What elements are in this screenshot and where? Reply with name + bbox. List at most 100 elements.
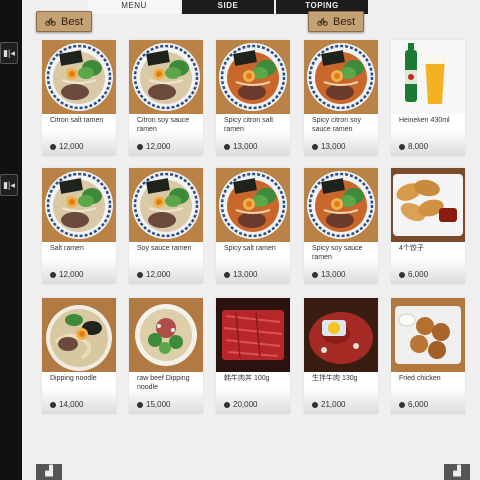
page-next-icon: ▟ — [453, 466, 461, 477]
menu-item-name: Spicy soy sauce ramen — [312, 245, 363, 261]
menu-item-price-value: 14,000 — [59, 400, 84, 409]
menu-item-price-value: 21,000 — [321, 400, 346, 409]
menu-item-name: Dipping noodle — [50, 375, 97, 382]
coin-icon — [399, 401, 405, 408]
menu-item-image — [304, 168, 378, 242]
menu-item-price: 21,000 — [312, 400, 345, 409]
menu-item-price: 14,000 — [50, 400, 83, 409]
menu-item-image — [129, 40, 203, 114]
menu-item-price-value: 6,000 — [408, 270, 429, 279]
menu-item-card[interactable]: Spicy soy sauce ramen 13,000 — [304, 168, 378, 284]
menu-item-name: Citron soy sauce ramen — [137, 117, 190, 133]
menu-item-price-value: 12,000 — [146, 142, 171, 151]
coin-icon — [224, 271, 230, 278]
menu-item-image — [42, 168, 116, 242]
menu-item-price-value: 20,000 — [233, 400, 258, 409]
bicycle-icon — [45, 16, 56, 27]
side-handle-top[interactable]: ▮|◂ — [0, 42, 18, 64]
menu-item-price: 15,000 — [137, 400, 170, 409]
coin-icon — [50, 401, 56, 408]
page-next-button[interactable]: ▟ — [444, 464, 470, 480]
coin-icon — [312, 401, 318, 408]
menu-item-image — [391, 298, 465, 372]
menu-item-card[interactable]: 4个饺子 6,000 — [391, 168, 465, 284]
menu-item-card[interactable]: raw beef Dipping noodle 15,000 — [129, 298, 203, 414]
coin-icon — [399, 271, 405, 278]
menu-item-price: 6,000 — [399, 270, 428, 279]
menu-item-card[interactable]: Spicy citron soy sauce ramen 13,000 — [304, 40, 378, 156]
menu-item-card[interactable]: Heineken 430ml 8,000 — [391, 40, 465, 156]
best-badge-label: Best — [333, 15, 356, 28]
menu-item-name: Spicy salt ramen — [224, 245, 276, 252]
coin-icon — [399, 143, 405, 150]
menu-item-image — [129, 298, 203, 372]
menu-item-price-value: 13,000 — [321, 142, 346, 151]
coin-icon — [50, 143, 56, 150]
coin-icon — [312, 143, 318, 150]
menu-item-card[interactable]: Spicy salt ramen 13,000 — [216, 168, 290, 284]
menu-item-price: 12,000 — [50, 142, 83, 151]
menu-item-price-value: 13,000 — [233, 142, 258, 151]
menu-item-card[interactable]: Soy sauce ramen 12,000 — [129, 168, 203, 284]
kiosk-screen: MENU SIDE TOPING Best Best Citron salt r… — [22, 0, 480, 480]
menu-item-card[interactable]: Citron soy sauce ramen 12,000 — [129, 40, 203, 156]
best-badge: Best — [36, 11, 93, 32]
menu-item-price: 8,000 — [399, 142, 428, 151]
menu-item-price-value: 13,000 — [233, 270, 258, 279]
menu-item-price: 13,000 — [312, 142, 345, 151]
tab-menu[interactable]: MENU — [88, 0, 180, 14]
menu-item-card[interactable]: Salt ramen 12,000 — [42, 168, 116, 284]
menu-item-price: 6,000 — [399, 400, 428, 409]
menu-item-name: 生拌牛肉 130g — [312, 375, 358, 382]
menu-item-image — [304, 298, 378, 372]
menu-item-price: 13,000 — [312, 270, 345, 279]
menu-item-price-value: 12,000 — [59, 270, 84, 279]
menu-item-name: Fried chicken — [399, 375, 441, 382]
menu-item-card[interactable]: Fried chicken 6,000 — [391, 298, 465, 414]
menu-item-card[interactable]: Spicy citron salt ramen 13,000 — [216, 40, 290, 156]
best-badge-label: Best — [61, 15, 84, 28]
page-prev-button[interactable]: ▟ — [36, 464, 62, 480]
menu-item-image — [216, 298, 290, 372]
coin-icon — [137, 143, 143, 150]
menu-item-card[interactable]: 韩牛肉丼 100g 20,000 — [216, 298, 290, 414]
menu-item-name: raw beef Dipping noodle — [137, 375, 190, 391]
menu-item-image — [42, 298, 116, 372]
screen-bezel — [0, 0, 22, 480]
menu-item-price-value: 13,000 — [321, 270, 346, 279]
bicycle-icon — [317, 16, 328, 27]
grip-icon: ▮|◂ — [3, 48, 15, 58]
page-prev-icon: ▟ — [45, 466, 53, 477]
menu-item-price-value: 12,000 — [59, 142, 84, 151]
menu-item-card[interactable]: Citron salt ramen 12,000 — [42, 40, 116, 156]
menu-item-image — [42, 40, 116, 114]
menu-item-image — [129, 168, 203, 242]
menu-item-name: 4个饺子 — [399, 245, 424, 252]
menu-item-price-value: 15,000 — [146, 400, 171, 409]
coin-icon — [137, 401, 143, 408]
tab-side[interactable]: SIDE — [182, 0, 274, 14]
menu-item-price-value: 12,000 — [146, 270, 171, 279]
menu-item-image — [216, 40, 290, 114]
menu-item-card[interactable]: 生拌牛肉 130g 21,000 — [304, 298, 378, 414]
menu-item-image — [391, 168, 465, 242]
best-badge: Best — [308, 11, 365, 32]
menu-item-price-value: 8,000 — [408, 142, 429, 151]
menu-item-price: 20,000 — [224, 400, 257, 409]
menu-item-image — [304, 40, 378, 114]
menu-item-name: Spicy citron soy sauce ramen — [312, 117, 362, 133]
side-handle-bottom[interactable]: ▮|◂ — [0, 174, 18, 196]
coin-icon — [312, 271, 318, 278]
menu-item-price: 12,000 — [137, 142, 170, 151]
coin-icon — [137, 271, 143, 278]
menu-item-price: 13,000 — [224, 270, 257, 279]
menu-item-name: Spicy citron salt ramen — [224, 117, 274, 133]
menu-item-name: Citron salt ramen — [50, 117, 104, 124]
menu-item-name: Heineken 430ml — [399, 117, 450, 124]
menu-item-card[interactable]: Dipping noodle 14,000 — [42, 298, 116, 414]
menu-item-name: 韩牛肉丼 100g — [224, 375, 270, 382]
menu-item-image — [391, 40, 465, 114]
menu-item-price-value: 6,000 — [408, 400, 429, 409]
coin-icon — [224, 401, 230, 408]
coin-icon — [224, 143, 230, 150]
